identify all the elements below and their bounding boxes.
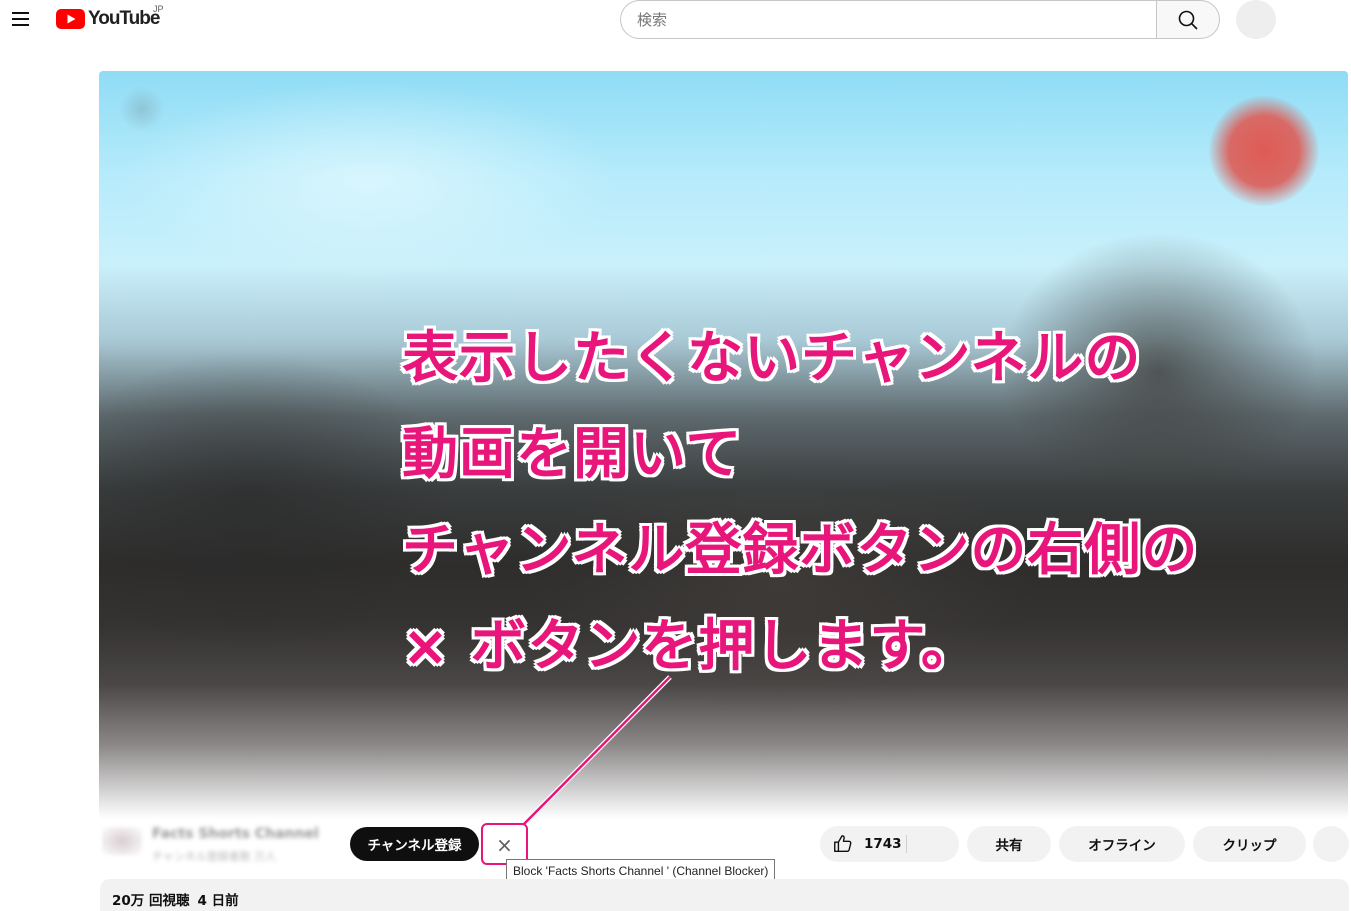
menu-icon[interactable]	[9, 6, 35, 32]
share-label: 共有	[995, 838, 1023, 854]
annotation-line: × ボタンを押します。	[402, 614, 978, 679]
annotation-line: 表示したくないチャンネルの	[402, 326, 1142, 391]
like-button[interactable]: 1743	[820, 826, 959, 862]
account-avatar[interactable]	[1236, 0, 1276, 39]
search-button[interactable]	[1156, 0, 1220, 39]
clip-button[interactable]: クリップ	[1193, 826, 1306, 862]
description-stats: 20万 回視聴 4 日前	[112, 889, 1337, 909]
channel-avatar[interactable]	[102, 827, 142, 855]
view-count: 20万 回視聴	[112, 893, 190, 909]
annotation-line: チャンネル登録ボタンの右側の	[402, 518, 1199, 583]
search-box[interactable]	[620, 0, 1157, 39]
video-blur-area	[119, 86, 165, 132]
subscribe-button[interactable]: チャンネル登録	[350, 827, 479, 861]
search-input[interactable]	[637, 10, 1157, 29]
description-box[interactable]: 20万 回視聴 4 日前	[100, 879, 1349, 911]
offline-label: オフライン	[1088, 838, 1156, 854]
masthead: YouTube JP	[0, 0, 1351, 42]
share-button[interactable]: 共有	[967, 826, 1051, 862]
like-count: 1743	[864, 836, 902, 852]
instruction-annotation: 表示したくないチャンネルの 動画を開いて チャンネル登録ボタンの右側の × ボタ…	[402, 311, 1198, 695]
logo-text: YouTube	[88, 8, 160, 29]
logo-country-code: JP	[153, 4, 164, 14]
like-divider	[906, 835, 907, 853]
video-blur-area	[1209, 96, 1319, 206]
channel-name[interactable]: Facts Shorts Channel	[152, 826, 319, 842]
close-icon: ×	[496, 833, 513, 857]
thumbs-up-icon	[834, 835, 852, 853]
clip-label: クリップ	[1222, 838, 1277, 854]
upload-date: 4 日前	[197, 893, 239, 909]
more-actions-button[interactable]	[1313, 826, 1349, 862]
channel-subscriber-count: チャンネル登録者数 万人	[152, 850, 277, 863]
search-icon	[1178, 10, 1198, 30]
annotation-line: 動画を開いて	[402, 422, 743, 487]
youtube-play-icon	[56, 9, 85, 29]
offline-button[interactable]: オフライン	[1059, 826, 1185, 862]
video-blur-area	[119, 81, 619, 281]
youtube-logo[interactable]: YouTube	[56, 5, 160, 33]
video-player[interactable]: 表示したくないチャンネルの 動画を開いて チャンネル登録ボタンの右側の × ボタ…	[99, 71, 1348, 819]
video-owner: Facts Shorts Channel チャンネル登録者数 万人	[100, 824, 340, 868]
